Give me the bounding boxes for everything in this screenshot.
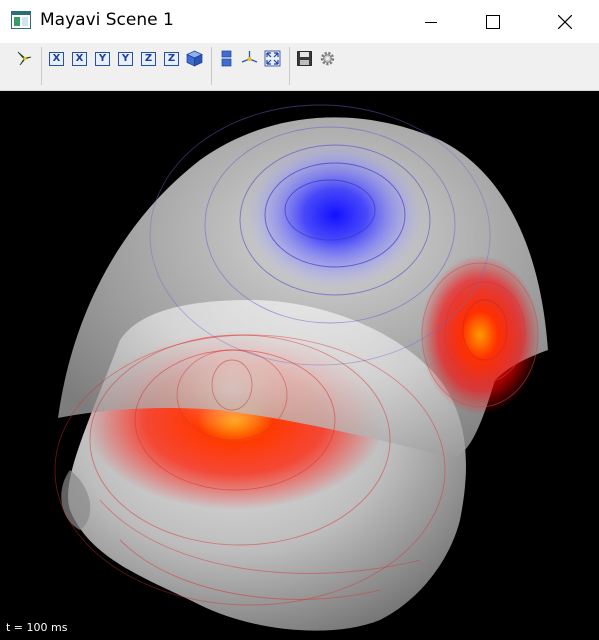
time-label: t = 100 ms (6, 621, 68, 634)
view-x-plus-icon: X (49, 51, 64, 66)
parallel-projection-button[interactable] (218, 50, 235, 67)
isometric-cube-icon (186, 50, 203, 67)
save-button[interactable] (296, 50, 313, 67)
mayavi-pipeline-icon (17, 51, 32, 66)
parallel-projection-icon (221, 50, 232, 67)
maximize-button[interactable] (470, 0, 516, 43)
toolbar: X X Y Y Z Z (0, 43, 599, 91)
axes-indicator-button[interactable] (241, 50, 258, 67)
close-icon (558, 14, 572, 29)
toolbar-separator (211, 47, 212, 85)
gear-icon (320, 51, 335, 66)
negative-activation-top (245, 140, 425, 290)
view-y-plus-icon: Y (95, 51, 110, 66)
minimize-icon (425, 21, 437, 23)
settings-button[interactable] (319, 50, 336, 67)
view-y-minus-button[interactable]: Y (117, 50, 134, 67)
axes-indicator-icon (241, 51, 258, 63)
view-z-plus-button[interactable]: Z (140, 50, 157, 67)
view-z-minus-icon: Z (164, 51, 179, 66)
view-y-plus-button[interactable]: Y (94, 50, 111, 67)
close-button[interactable] (542, 0, 588, 43)
view-x-minus-button[interactable]: X (71, 50, 88, 67)
maximize-icon (486, 14, 500, 29)
render-viewport[interactable]: t = 100 ms (0, 91, 599, 640)
scalp-topography-render (54, 104, 548, 631)
full-screen-button[interactable] (264, 50, 281, 67)
toolbar-separator (41, 47, 42, 85)
title-bar: Mayavi Scene 1 (0, 0, 599, 43)
app-icon (11, 11, 31, 29)
minimize-button[interactable] (408, 0, 454, 43)
view-x-minus-icon: X (72, 51, 87, 66)
mayavi-pipeline-button[interactable] (16, 50, 33, 67)
save-icon (297, 51, 312, 66)
view-z-plus-icon: Z (141, 51, 156, 66)
view-z-minus-button[interactable]: Z (163, 50, 180, 67)
full-screen-icon (264, 50, 281, 67)
toolbar-separator (289, 47, 290, 85)
isometric-view-button[interactable] (186, 50, 203, 67)
view-y-minus-icon: Y (118, 51, 133, 66)
view-x-plus-button[interactable]: X (48, 50, 65, 67)
mayavi-window: Mayavi Scene 1 X X Y Y Z Z t = 100 ms (0, 0, 599, 640)
window-title: Mayavi Scene 1 (40, 10, 174, 30)
